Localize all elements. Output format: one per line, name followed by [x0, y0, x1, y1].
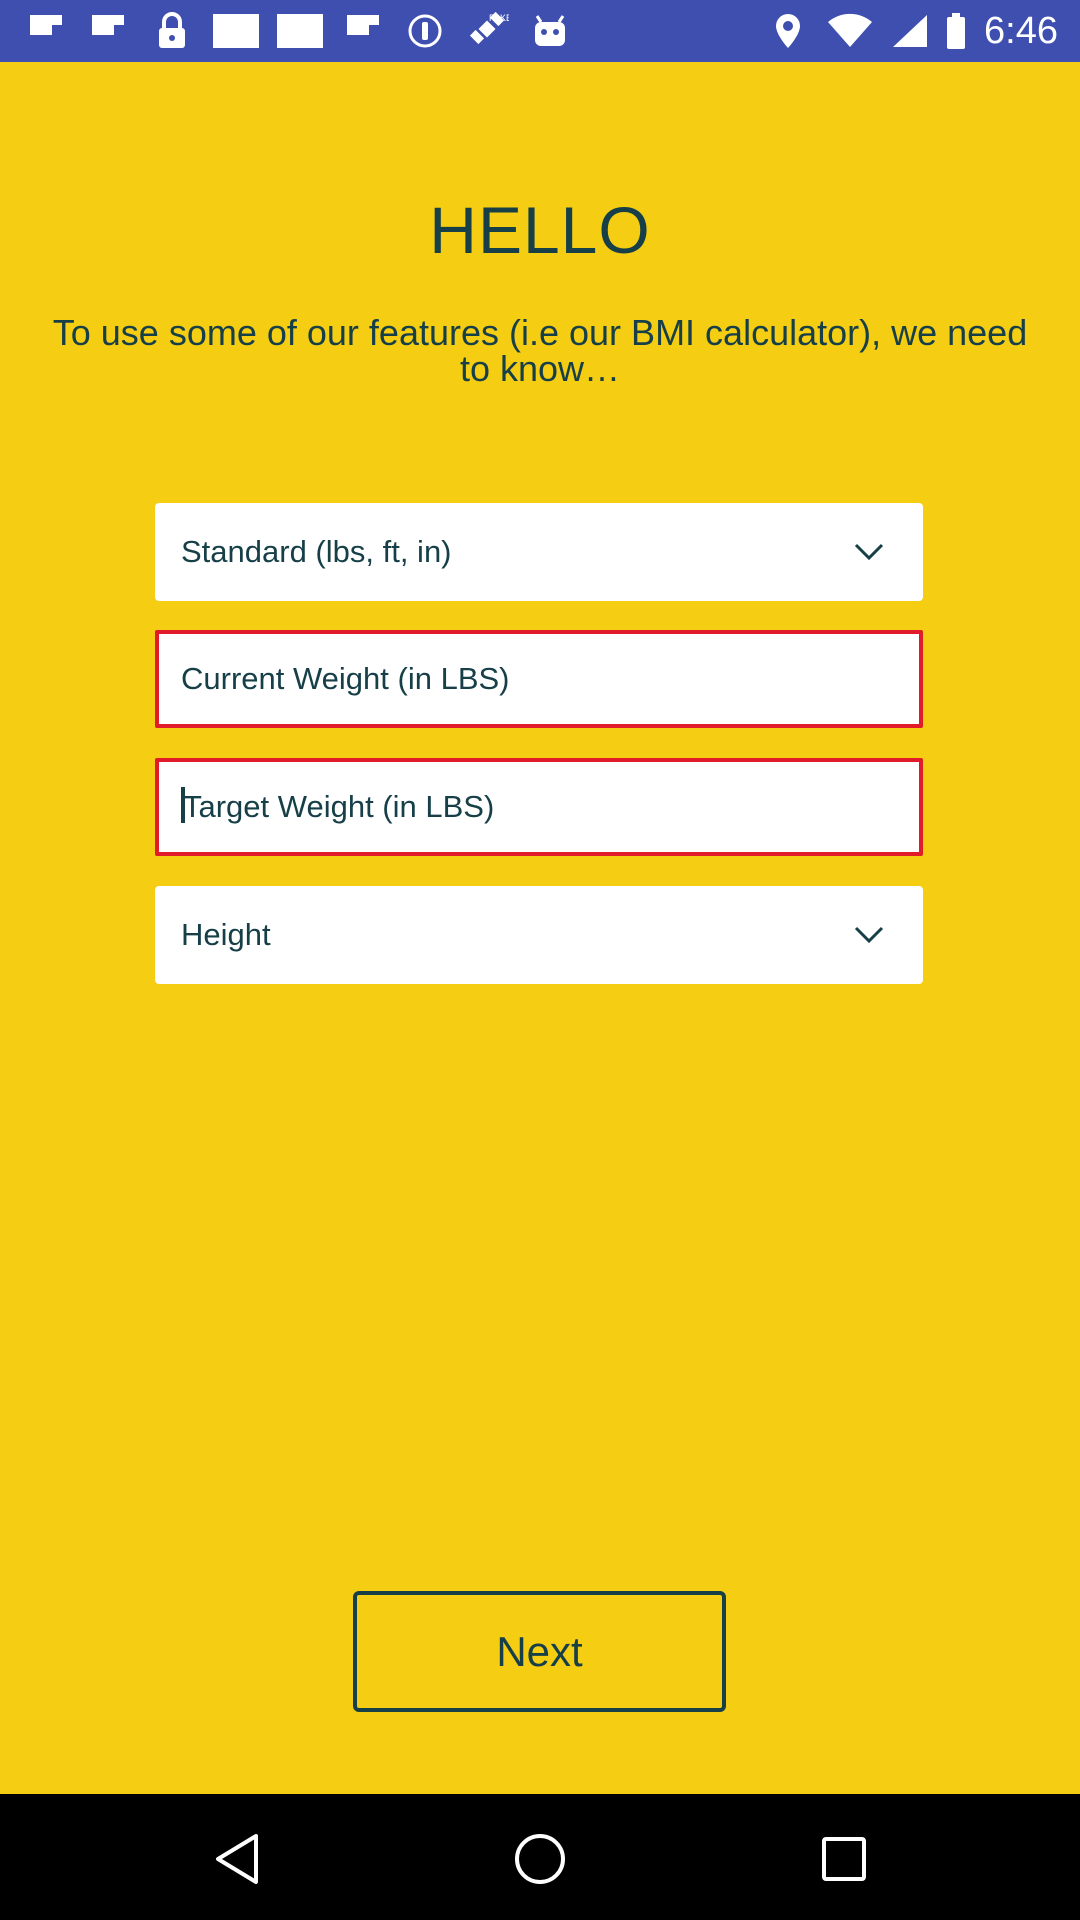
status-bar: FAKE 6:46	[0, 0, 1080, 62]
signal-icon	[890, 12, 930, 50]
current-weight-field[interactable]	[155, 630, 923, 728]
status-time: 6:46	[984, 10, 1058, 52]
page-title: HELLO	[429, 193, 651, 267]
units-selected-label: Standard (lbs, ft, in)	[181, 534, 452, 569]
android-robot-icon	[530, 12, 570, 50]
battery-icon	[944, 12, 968, 50]
satellite-fake-gps-icon: FAKE	[466, 11, 510, 50]
white-square-icon	[276, 12, 324, 50]
flipboard-icon	[26, 12, 66, 50]
wifi-icon	[826, 12, 874, 50]
target-weight-field[interactable]	[155, 758, 923, 856]
back-icon[interactable]	[210, 1832, 264, 1886]
navigation-bar	[0, 1794, 1080, 1920]
units-dropdown[interactable]: Standard (lbs, ft, in)	[155, 503, 923, 601]
chevron-down-icon	[851, 917, 887, 953]
next-button[interactable]: Next	[353, 1591, 726, 1712]
flipboard-icon	[343, 12, 383, 50]
target-weight-input[interactable]	[182, 789, 919, 825]
chevron-down-icon	[851, 534, 887, 570]
intro-text: To use some of our features (i.e our BMI…	[52, 312, 1028, 389]
flipboard-icon	[88, 12, 128, 50]
location-pin-icon	[770, 12, 806, 50]
info-circle-icon	[405, 12, 445, 50]
current-weight-input[interactable]	[181, 661, 919, 697]
white-square-icon	[212, 12, 260, 50]
lock-icon	[152, 12, 192, 50]
home-icon[interactable]	[513, 1832, 567, 1886]
height-dropdown[interactable]: Height	[155, 886, 923, 984]
svg-text:FAKE: FAKE	[489, 13, 509, 23]
recents-icon[interactable]	[817, 1832, 871, 1886]
height-selected-label: Height	[181, 917, 271, 952]
